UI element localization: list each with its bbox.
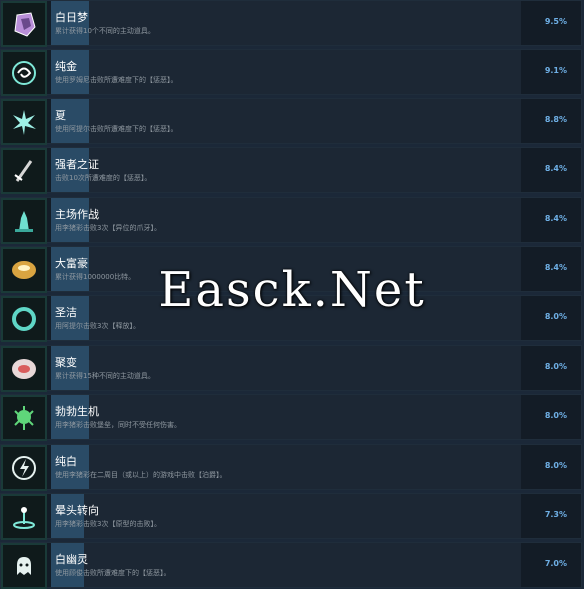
achievement-row[interactable]: 纯金使用罗姆尼击败所遭难度下的【惩恶】。 9.1% xyxy=(0,49,582,96)
achievement-title: 主场作战 xyxy=(55,208,99,221)
achievement-info: 强者之证击败10次所遭难度的【惩恶】。 xyxy=(51,148,521,192)
achievement-description: 累计获得1000000比特。 xyxy=(55,273,136,281)
unlock-percentage: 8.0% xyxy=(544,411,567,420)
achievement-description: 用阿提尔击败3次【释放】。 xyxy=(55,322,140,330)
achievement-row[interactable]: 勃勃生机用李猪彩击败堡垒，同时不受任何伤害。 8.0% xyxy=(0,394,582,441)
achievement-info: 大富豪累计获得1000000比特。 xyxy=(51,247,521,291)
achievement-title: 聚变 xyxy=(55,356,77,369)
beacon-icon xyxy=(1,494,47,540)
achievement-title: 白幽灵 xyxy=(55,553,88,566)
achievement-info: 勃勃生机用李猪彩击败堡垒，同时不受任何伤害。 xyxy=(51,395,521,439)
achievement-description: 使用罗姆尼击败所遭难度下的【惩恶】。 xyxy=(55,76,178,84)
achievement-description: 累计获得15种不同的主动道具。 xyxy=(55,372,155,380)
spore-icon xyxy=(1,395,47,441)
ghost-icon xyxy=(1,543,47,589)
achievement-row[interactable]: 大富豪累计获得1000000比特。 8.4% xyxy=(0,246,582,293)
ring-icon xyxy=(1,296,47,342)
gold-orb-icon xyxy=(1,247,47,293)
achievement-info: 圣洁用阿提尔击败3次【释放】。 xyxy=(51,296,521,340)
achievement-title: 纯金 xyxy=(55,60,77,73)
unlock-percentage: 9.1% xyxy=(544,66,567,75)
achievement-title: 大富豪 xyxy=(55,257,88,270)
achievement-description: 使用李猪彩在二周目（或以上）的游戏中击败【泊爵】。 xyxy=(55,471,227,479)
achievement-row[interactable]: 主场作战用李猪彩击败3次【异位的爪牙】。 8.4% xyxy=(0,197,582,244)
unlock-percentage: 8.8% xyxy=(544,115,567,124)
achievement-row[interactable]: 纯白使用李猪彩在二周目（或以上）的游戏中击败【泊爵】。 8.0% xyxy=(0,444,582,491)
unlock-percentage: 7.0% xyxy=(544,559,567,568)
ice-burst-icon xyxy=(1,99,47,145)
achievement-row[interactable]: 圣洁用阿提尔击败3次【释放】。 8.0% xyxy=(0,295,582,342)
achievement-row[interactable]: 晕头转向用李猪彩击败3次【原型的击败】。 7.3% xyxy=(0,493,582,540)
unlock-percentage: 8.0% xyxy=(544,362,567,371)
achievement-info: 纯白使用李猪彩在二周目（或以上）的游戏中击败【泊爵】。 xyxy=(51,445,521,489)
achievement-description: 使用阿提尔击败所遭难度下的【惩恶】。 xyxy=(55,125,178,133)
achievement-title: 纯白 xyxy=(55,455,77,468)
achievement-title: 圣洁 xyxy=(55,306,77,319)
unlock-percentage: 8.0% xyxy=(544,312,567,321)
achievement-description: 用李猪彩击败3次【异位的爪牙】。 xyxy=(55,224,161,232)
achievement-row[interactable]: 白日梦累计获得10个不同的主动道具。 9.5% xyxy=(0,0,582,47)
red-seed-icon xyxy=(1,346,47,392)
achievement-title: 强者之证 xyxy=(55,158,99,171)
purple-crystal-icon xyxy=(1,1,47,47)
sword-icon xyxy=(1,148,47,194)
achievement-title: 晕头转向 xyxy=(55,504,99,517)
achievement-row[interactable]: 强者之证击败10次所遭难度的【惩恶】。 8.4% xyxy=(0,147,582,194)
achievement-info: 白幽灵使用顾俊击败所遭难度下的【惩恶】。 xyxy=(51,543,521,587)
achievement-info: 白日梦累计获得10个不同的主动道具。 xyxy=(51,1,521,45)
fortress-icon xyxy=(1,198,47,244)
achievement-description: 击败10次所遭难度的【惩恶】。 xyxy=(55,174,152,182)
achievement-info: 夏使用阿提尔击败所遭难度下的【惩恶】。 xyxy=(51,99,521,143)
achievement-title: 夏 xyxy=(55,109,66,122)
unlock-percentage: 8.0% xyxy=(544,461,567,470)
achievement-list: 白日梦累计获得10个不同的主动道具。 9.5% 纯金使用罗姆尼击败所遭难度下的【惩恶… xyxy=(0,0,584,589)
unlock-percentage: 8.4% xyxy=(544,164,567,173)
achievement-row[interactable]: 聚变累计获得15种不同的主动道具。 8.0% xyxy=(0,345,582,392)
achievement-info: 晕头转向用李猪彩击败3次【原型的击败】。 xyxy=(51,494,521,538)
achievement-info: 纯金使用罗姆尼击败所遭难度下的【惩恶】。 xyxy=(51,50,521,94)
unlock-percentage: 8.4% xyxy=(544,263,567,272)
unlock-percentage: 7.3% xyxy=(544,510,567,519)
swirl-orb-icon xyxy=(1,50,47,96)
unlock-percentage: 8.4% xyxy=(544,214,567,223)
achievement-description: 使用顾俊击败所遭难度下的【惩恶】。 xyxy=(55,569,171,577)
achievement-row[interactable]: 夏使用阿提尔击败所遭难度下的【惩恶】。 8.8% xyxy=(0,98,582,145)
achievement-description: 用李猪彩击败堡垒，同时不受任何伤害。 xyxy=(55,421,181,429)
achievement-description: 累计获得10个不同的主动道具。 xyxy=(55,27,155,35)
achievement-description: 用李猪彩击败3次【原型的击败】。 xyxy=(55,520,161,528)
achievement-info: 聚变累计获得15种不同的主动道具。 xyxy=(51,346,521,390)
unlock-percentage: 9.5% xyxy=(544,17,567,26)
achievement-info: 主场作战用李猪彩击败3次【异位的爪牙】。 xyxy=(51,198,521,242)
achievement-row[interactable]: 白幽灵使用顾俊击败所遭难度下的【惩恶】。 7.0% xyxy=(0,542,582,589)
achievement-title: 勃勃生机 xyxy=(55,405,99,418)
lightning-circle-icon xyxy=(1,445,47,491)
achievement-title: 白日梦 xyxy=(55,11,88,24)
